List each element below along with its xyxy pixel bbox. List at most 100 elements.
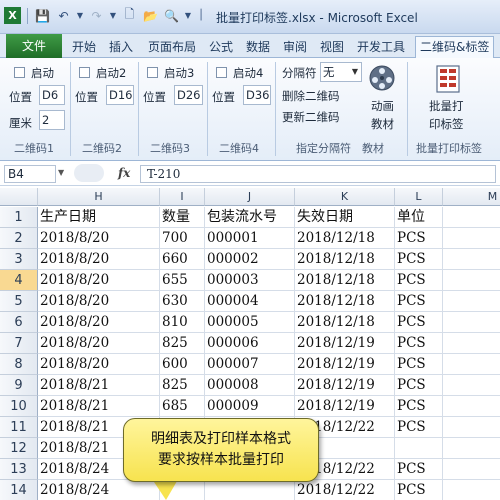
table-cell[interactable]: 2018/8/20 <box>38 228 160 249</box>
table-cell[interactable]: PCS <box>395 396 443 417</box>
table-cell[interactable]: 2018/8/20 <box>38 312 160 333</box>
table-cell[interactable]: 000007 <box>205 354 295 375</box>
row-header[interactable]: 5 <box>0 291 38 312</box>
insert-function-icon[interactable]: fx <box>118 166 130 180</box>
table-cell[interactable]: PCS <box>395 459 443 480</box>
row-header[interactable]: 10 <box>0 396 38 417</box>
table-cell[interactable]: 000006 <box>205 333 295 354</box>
table-cell[interactable]: 000008 <box>205 375 295 396</box>
material-label-line2[interactable]: 教材 <box>371 116 394 132</box>
table-cell[interactable]: 660 <box>160 249 205 270</box>
position-input-4[interactable]: D36 <box>243 85 271 105</box>
table-cell[interactable]: 2018/12/18 <box>295 291 395 312</box>
row-header[interactable]: 13 <box>0 459 38 480</box>
table-cell[interactable]: 2018/8/21 <box>38 396 160 417</box>
table-cell[interactable]: 2018/12/18 <box>295 228 395 249</box>
cm-input[interactable]: 2 <box>39 110 65 130</box>
row-header[interactable]: 8 <box>0 354 38 375</box>
table-cell[interactable]: 000009 <box>205 396 295 417</box>
header-cell[interactable]: 失效日期 <box>295 207 395 228</box>
column-header-m[interactable]: M <box>443 188 500 206</box>
table-cell[interactable]: 000004 <box>205 291 295 312</box>
table-cell[interactable] <box>443 312 500 333</box>
table-cell[interactable] <box>443 228 500 249</box>
table-cell[interactable]: PCS <box>395 375 443 396</box>
open-folder-icon[interactable]: 📂 <box>142 7 159 24</box>
new-document-icon[interactable]: 🗋 <box>121 7 138 24</box>
undo-icon[interactable]: ↶ <box>55 7 72 24</box>
table-cell[interactable]: 825 <box>160 333 205 354</box>
position-input-3[interactable]: D26 <box>174 85 203 105</box>
column-header-j[interactable]: J <box>205 188 295 206</box>
table-cell[interactable]: 2018/8/20 <box>38 270 160 291</box>
redo-icon[interactable]: ↷ <box>88 7 105 24</box>
batch-print-label-line2[interactable]: 印标签 <box>429 116 464 132</box>
table-cell[interactable]: 000003 <box>205 270 295 291</box>
tab-page-layout[interactable]: 页面布局 <box>148 37 196 57</box>
material-label-line1[interactable]: 动画 <box>371 98 394 114</box>
chevron-down-icon[interactable]: ▼ <box>58 168 64 177</box>
table-cell[interactable]: 2018/12/19 <box>295 333 395 354</box>
table-cell[interactable]: 2018/12/19 <box>295 396 395 417</box>
dropdown-arrow-icon[interactable]: ▼ <box>76 7 84 24</box>
table-cell[interactable]: 2018/8/20 <box>38 354 160 375</box>
header-cell[interactable]: 包装流水号 <box>205 207 295 228</box>
save-icon[interactable]: 💾 <box>34 7 51 24</box>
table-cell[interactable]: 2018/12/22 <box>295 480 395 500</box>
dropdown-arrow-icon[interactable]: ▼ <box>109 7 117 24</box>
table-cell[interactable]: 2018/12/18 <box>295 312 395 333</box>
row-header[interactable]: 6 <box>0 312 38 333</box>
table-cell[interactable]: 000005 <box>205 312 295 333</box>
column-header-h[interactable]: H <box>38 188 160 206</box>
table-cell[interactable] <box>443 396 500 417</box>
table-cell[interactable]: PCS <box>395 417 443 438</box>
table-cell[interactable]: 2018/8/20 <box>38 249 160 270</box>
batch-print-label-line1[interactable]: 批量打 <box>429 98 464 114</box>
formula-input[interactable]: T-210 <box>140 165 496 183</box>
table-cell[interactable]: 825 <box>160 375 205 396</box>
table-cell[interactable]: 2018/8/20 <box>38 291 160 312</box>
table-cell[interactable] <box>443 354 500 375</box>
table-cell[interactable]: PCS <box>395 333 443 354</box>
table-cell[interactable]: 700 <box>160 228 205 249</box>
customize-toolbar-icon[interactable]: │ <box>196 7 206 24</box>
table-cell[interactable] <box>443 270 500 291</box>
table-cell[interactable]: 630 <box>160 291 205 312</box>
table-cell[interactable] <box>443 417 500 438</box>
table-cell[interactable] <box>205 480 295 500</box>
table-cell[interactable]: 000002 <box>205 249 295 270</box>
dropdown-arrow-icon[interactable]: ▼ <box>184 7 192 24</box>
row-header[interactable]: 14 <box>0 480 38 500</box>
tab-formulas[interactable]: 公式 <box>209 37 233 57</box>
tab-review[interactable]: 审阅 <box>283 37 307 57</box>
table-cell[interactable]: 2018/12/18 <box>295 270 395 291</box>
table-cell[interactable]: PCS <box>395 249 443 270</box>
header-cell[interactable]: 单位 <box>395 207 443 228</box>
enable-checkbox-3[interactable] <box>147 67 158 78</box>
select-all-corner[interactable] <box>0 188 38 206</box>
header-cell[interactable]: 生产日期 <box>38 207 160 228</box>
row-header[interactable]: 4 <box>0 270 38 291</box>
table-cell[interactable] <box>443 291 500 312</box>
enable-checkbox-2[interactable] <box>79 67 90 78</box>
table-cell[interactable] <box>443 438 500 459</box>
table-cell[interactable] <box>443 375 500 396</box>
table-cell[interactable]: PCS <box>395 291 443 312</box>
tab-developer[interactable]: 开发工具 <box>357 37 405 57</box>
table-cell[interactable]: PCS <box>395 270 443 291</box>
formula-bar-resize-handle[interactable] <box>74 164 104 182</box>
table-cell[interactable]: 2018/8/24 <box>38 480 160 500</box>
table-cell[interactable] <box>443 333 500 354</box>
table-cell[interactable]: 2018/12/19 <box>295 354 395 375</box>
table-cell[interactable]: 600 <box>160 354 205 375</box>
tab-file[interactable]: 文件 <box>6 34 62 58</box>
row-header[interactable]: 1 <box>0 207 38 228</box>
table-cell[interactable] <box>443 480 500 500</box>
position-input-2[interactable]: D16 <box>106 85 134 105</box>
separator-dropdown[interactable]: 无 ▼ <box>320 62 362 82</box>
delete-qrcode-button[interactable]: 删除二维码 <box>282 88 340 104</box>
column-header-i[interactable]: I <box>160 188 205 206</box>
header-cell[interactable]: 数量 <box>160 207 205 228</box>
tab-home[interactable]: 开始 <box>72 37 96 57</box>
table-cell[interactable]: 2018/12/18 <box>295 249 395 270</box>
